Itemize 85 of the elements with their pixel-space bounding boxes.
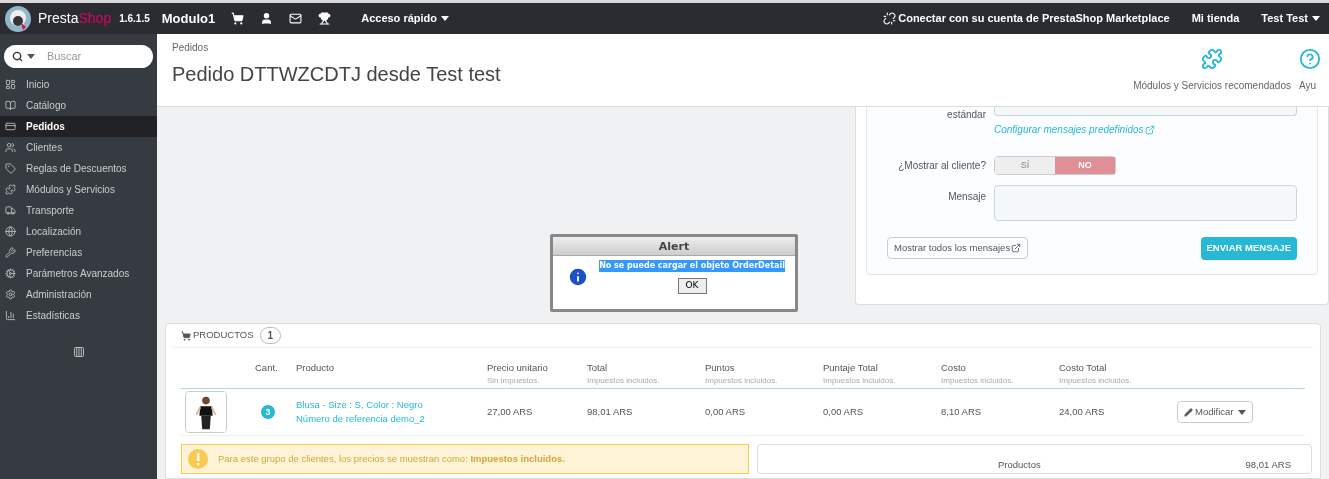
users-icon [5,142,16,153]
external-link-icon [1011,243,1022,253]
dialog-title: Alert [553,237,795,256]
summary-label: Productos [998,459,1041,471]
column-header: Puntaje Total Impuestos incluidos. [823,361,897,388]
field-label: estándar [946,108,987,122]
message-field[interactable] [994,185,1297,221]
sidebar-item[interactable]: Parámetros Avanzados [0,263,157,284]
table-cell-text: 0,00 ARS [823,404,865,419]
book-icon [5,100,16,111]
modify-button[interactable]: Modificar [1177,401,1253,423]
cogs-icon [5,268,16,279]
user-icon[interactable] [260,12,274,25]
mail-icon[interactable] [289,12,303,25]
sidebar-item[interactable]: Módulos y Servicios [0,179,157,200]
field-label: ¿Mostrar al cliente? [897,159,987,173]
caret-icon [441,16,449,21]
help-icon [1299,48,1321,70]
panel-title: PRODUCTOS [193,328,254,343]
table-cell-text: 24,00 ARS [1059,404,1106,419]
trophy-icon[interactable] [318,12,332,25]
cart-icon [181,330,191,341]
toolbar-button[interactable]: Módulos y Servicios recomendados [1133,34,1291,106]
search-field[interactable]: Buscar [47,48,137,65]
sidebar-item[interactable]: Clientes [0,137,157,158]
external-link-icon [1144,124,1155,135]
summary-value: 98,01 ARS [1245,459,1291,471]
marketplace-link[interactable]: Conectar con su cuenta de PrestaShop Marketplace [898,10,1170,27]
table-cell-text: 0,00 ARS [705,404,747,419]
caret-icon [1237,409,1246,415]
search-bar[interactable]: Buscar [4,45,153,68]
caret-icon [1312,16,1320,21]
field-label: Mensaje [947,190,987,204]
search-icon [12,51,23,62]
table-cell-text: 98,01 ARS [587,404,634,419]
version-text: 1.6.1.5 [119,12,150,26]
sidebar-item[interactable]: Transporte [0,200,157,221]
info-icon [567,266,589,288]
tag-icon [5,163,16,174]
my-shop-link[interactable]: Mi tienda [1191,10,1240,27]
breadcrumb[interactable]: Pedidos [172,40,1134,55]
truck-icon [5,205,16,216]
user-menu[interactable]: Test Test [1261,10,1320,27]
quick-access-menu[interactable]: Acceso rápido [361,10,449,27]
toolbar-button[interactable]: Ayu [1299,34,1329,106]
column-header: Cant. [255,361,279,375]
wrench-icon [5,247,16,258]
chart-icon [5,310,16,321]
column-header: Costo Total Impuestos incluidos. [1059,361,1133,388]
brand-name: PrestaShop [38,9,112,28]
sidebar-item[interactable]: Preferencias [0,242,157,263]
sidebar-item[interactable]: Localización [0,221,157,242]
globe-icon [5,226,16,237]
settings-icon [5,289,16,300]
sidebar-item[interactable]: Estadísticas [0,305,157,326]
dashboard-icon [5,79,16,90]
pencil-icon [1184,407,1193,417]
ok-button[interactable]: OK [677,278,707,294]
sidebar-item[interactable]: Inicio [0,74,157,95]
show-all-button[interactable]: Mostrar todos los mensajes [887,237,1029,259]
notice-text: Para este grupo de clientes, los precios se muestran como: Impuestos incluidos. [218,451,565,466]
column-header: Precio unitario Sin impuestos. [487,361,549,388]
column-header: Total Impuestos incluidos. [587,361,661,388]
column-header: Producto [296,361,336,375]
sidebar-item[interactable]: Administración [0,284,157,305]
table-cell-text: 8,10 ARS [941,404,983,419]
column-header: Costo Impuestos incluidos. [941,361,1015,388]
sidebar-item[interactable]: Reglas de Descuentos [0,158,157,179]
page-title: Pedido DTTWZCDTJ desde Test test [172,62,502,87]
sidebar-item[interactable]: Catálogo [0,95,157,116]
shop-name: Modulo1 [161,9,216,28]
alert-message: No se puede cargar el objeto OrderDetail [599,260,785,272]
puzzle-icon [1201,48,1224,70]
warning-icon [188,449,208,469]
input-field[interactable] [994,107,1297,116]
unlink-icon [883,12,897,25]
card-icon [5,121,16,132]
table-cell-text: 27,00 ARS [487,404,534,419]
column-header: Puntos Impuestos incluidos. [705,361,779,388]
cart-icon[interactable] [231,12,245,25]
quantity-badge: 3 [261,405,275,420]
collapse-icon[interactable] [72,346,85,358]
sidebar-item[interactable]: Pedidos [0,116,157,137]
caret-icon [27,54,35,59]
puzzle-icon [5,184,16,195]
